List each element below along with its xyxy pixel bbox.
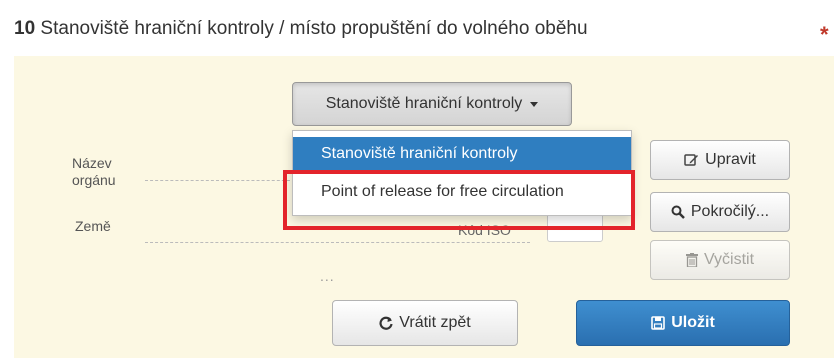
advanced-button-label: Pokročilý...: [690, 203, 770, 220]
dropdown-toggle-label: Stanoviště hraniční kontroly: [325, 95, 523, 112]
authority-name-label: Název orgánu: [72, 155, 116, 188]
revert-button[interactable]: Vrátit zpět: [332, 300, 518, 346]
undo-icon: [379, 316, 393, 330]
pencil-square-icon: [684, 153, 699, 167]
country-label: Země: [75, 218, 111, 234]
advanced-button[interactable]: Pokročilý...: [650, 192, 790, 232]
trash-icon: [685, 253, 698, 267]
floppy-disk-icon: [651, 316, 666, 330]
section-number: 10: [14, 18, 36, 39]
authority-name-field[interactable]: [145, 180, 295, 181]
edit-button[interactable]: Upravit: [650, 140, 790, 180]
border-control-dropdown-toggle[interactable]: Stanoviště hraniční kontroly: [292, 82, 572, 126]
save-button[interactable]: Uložit: [576, 300, 790, 346]
ellipsis-text: ...: [320, 268, 335, 284]
dropdown-option-label: Stanoviště hraniční kontroly: [321, 145, 518, 162]
clear-button-label: Vyčistit: [703, 251, 755, 268]
section-title: Stanoviště hraniční kontroly / místo pro…: [40, 18, 588, 39]
required-asterisk: *: [820, 22, 829, 47]
section-heading: 10 Stanoviště hraniční kontroly / místo …: [14, 18, 588, 40]
clear-button[interactable]: Vyčistit: [650, 240, 790, 280]
highlight-annotation-box: [283, 170, 635, 230]
edit-button-label: Upravit: [705, 151, 756, 168]
country-field[interactable]: [145, 242, 530, 243]
save-button-label: Uložit: [671, 314, 715, 331]
search-icon: [671, 205, 685, 219]
revert-button-label: Vrátit zpět: [399, 314, 471, 331]
dropdown-option-border-control-post[interactable]: Stanoviště hraniční kontroly: [293, 137, 631, 171]
caret-down-icon: [530, 101, 539, 107]
